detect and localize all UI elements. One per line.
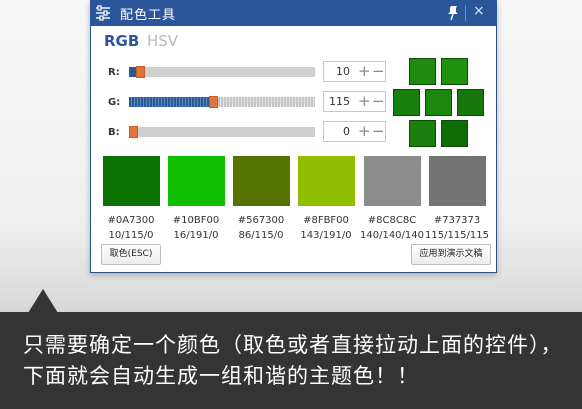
green-increment-button[interactable]: +	[358, 93, 371, 110]
red-value-input[interactable]: 10	[336, 65, 350, 78]
blue-increment-button[interactable]: +	[358, 123, 371, 140]
swatch-hex-label: #10BF00	[172, 215, 220, 226]
green-slider-fill	[129, 97, 209, 107]
green-slider[interactable]	[129, 96, 315, 108]
sliders-icon	[96, 5, 110, 21]
swatch-hex-label: #8C8C8C	[367, 215, 417, 226]
theme-swatch[interactable]	[298, 156, 355, 206]
red-stepper: 10 + −	[323, 61, 386, 82]
theme-swatch[interactable]	[103, 156, 160, 206]
blue-slider[interactable]	[129, 126, 315, 138]
theme-swatch[interactable]	[233, 156, 290, 206]
caption-text: 只需要确定一个颜色（取色或者直接拉动上面的控件），下面就会自动生成一组和谐的主题…	[23, 333, 563, 388]
swatch-rgb-label: 115/115/115	[425, 230, 489, 241]
theme-swatch[interactable]	[168, 156, 225, 206]
green-value-input[interactable]: 115	[329, 95, 350, 108]
theme-swatch[interactable]	[429, 156, 486, 206]
close-icon[interactable]: ×	[473, 3, 485, 19]
blue-decrement-button[interactable]: −	[372, 123, 385, 140]
tab-rgb[interactable]: RGB	[104, 32, 139, 50]
pick-color-button[interactable]: 取色(ESC)	[101, 244, 161, 265]
blue-slider-thumb[interactable]	[129, 126, 138, 138]
palette-cell[interactable]	[409, 120, 436, 147]
theme-swatch[interactable]	[364, 156, 421, 206]
palette-cell[interactable]	[441, 120, 468, 147]
palette-cell[interactable]	[457, 89, 484, 116]
swatch-rgb-label: 16/191/0	[173, 230, 219, 241]
swatch-rgb-label: 10/115/0	[108, 230, 154, 241]
tab-hsv[interactable]: HSV	[147, 32, 178, 50]
green-slider-rest	[218, 97, 315, 107]
swatch-rgb-label: 86/115/0	[238, 230, 284, 241]
swatch-hex-label: #567300	[237, 215, 285, 226]
blue-stepper: 0 + −	[323, 121, 386, 142]
red-label: R:	[108, 67, 120, 78]
blue-label: B:	[108, 127, 120, 138]
color-tool-window: 配色工具 × RGB HSV R: 10 + − G: 115 + − B: 0	[90, 0, 497, 273]
swatch-rgb-label: 143/191/0	[300, 230, 352, 241]
palette-cell[interactable]	[425, 89, 452, 116]
window-title: 配色工具	[120, 8, 177, 23]
green-slider-thumb[interactable]	[209, 96, 218, 108]
swatch-rgb-label: 140/140/140	[360, 230, 424, 241]
blue-value-input[interactable]: 0	[343, 125, 350, 138]
pin-icon[interactable]	[446, 5, 460, 21]
red-decrement-button[interactable]: −	[372, 63, 385, 80]
palette-cell[interactable]	[441, 58, 468, 85]
swatch-hex-label: #0A7300	[107, 215, 155, 226]
apply-to-presentation-button[interactable]: 应用到演示文稿	[411, 244, 491, 265]
palette-cell[interactable]	[393, 89, 420, 116]
red-slider-thumb[interactable]	[136, 66, 145, 78]
palette-cell[interactable]	[409, 58, 436, 85]
green-label: G:	[108, 97, 121, 108]
red-slider[interactable]	[129, 66, 315, 78]
red-increment-button[interactable]: +	[358, 63, 371, 80]
swatch-hex-label: #8FBF00	[303, 215, 349, 226]
red-slider-fill	[129, 67, 136, 77]
swatch-hex-label: #737373	[433, 215, 481, 226]
green-stepper: 115 + −	[323, 91, 386, 112]
green-decrement-button[interactable]: −	[372, 93, 385, 110]
title-bar[interactable]: 配色工具 ×	[90, 0, 497, 26]
caption-pointer	[28, 289, 58, 313]
title-separator	[465, 5, 466, 21]
